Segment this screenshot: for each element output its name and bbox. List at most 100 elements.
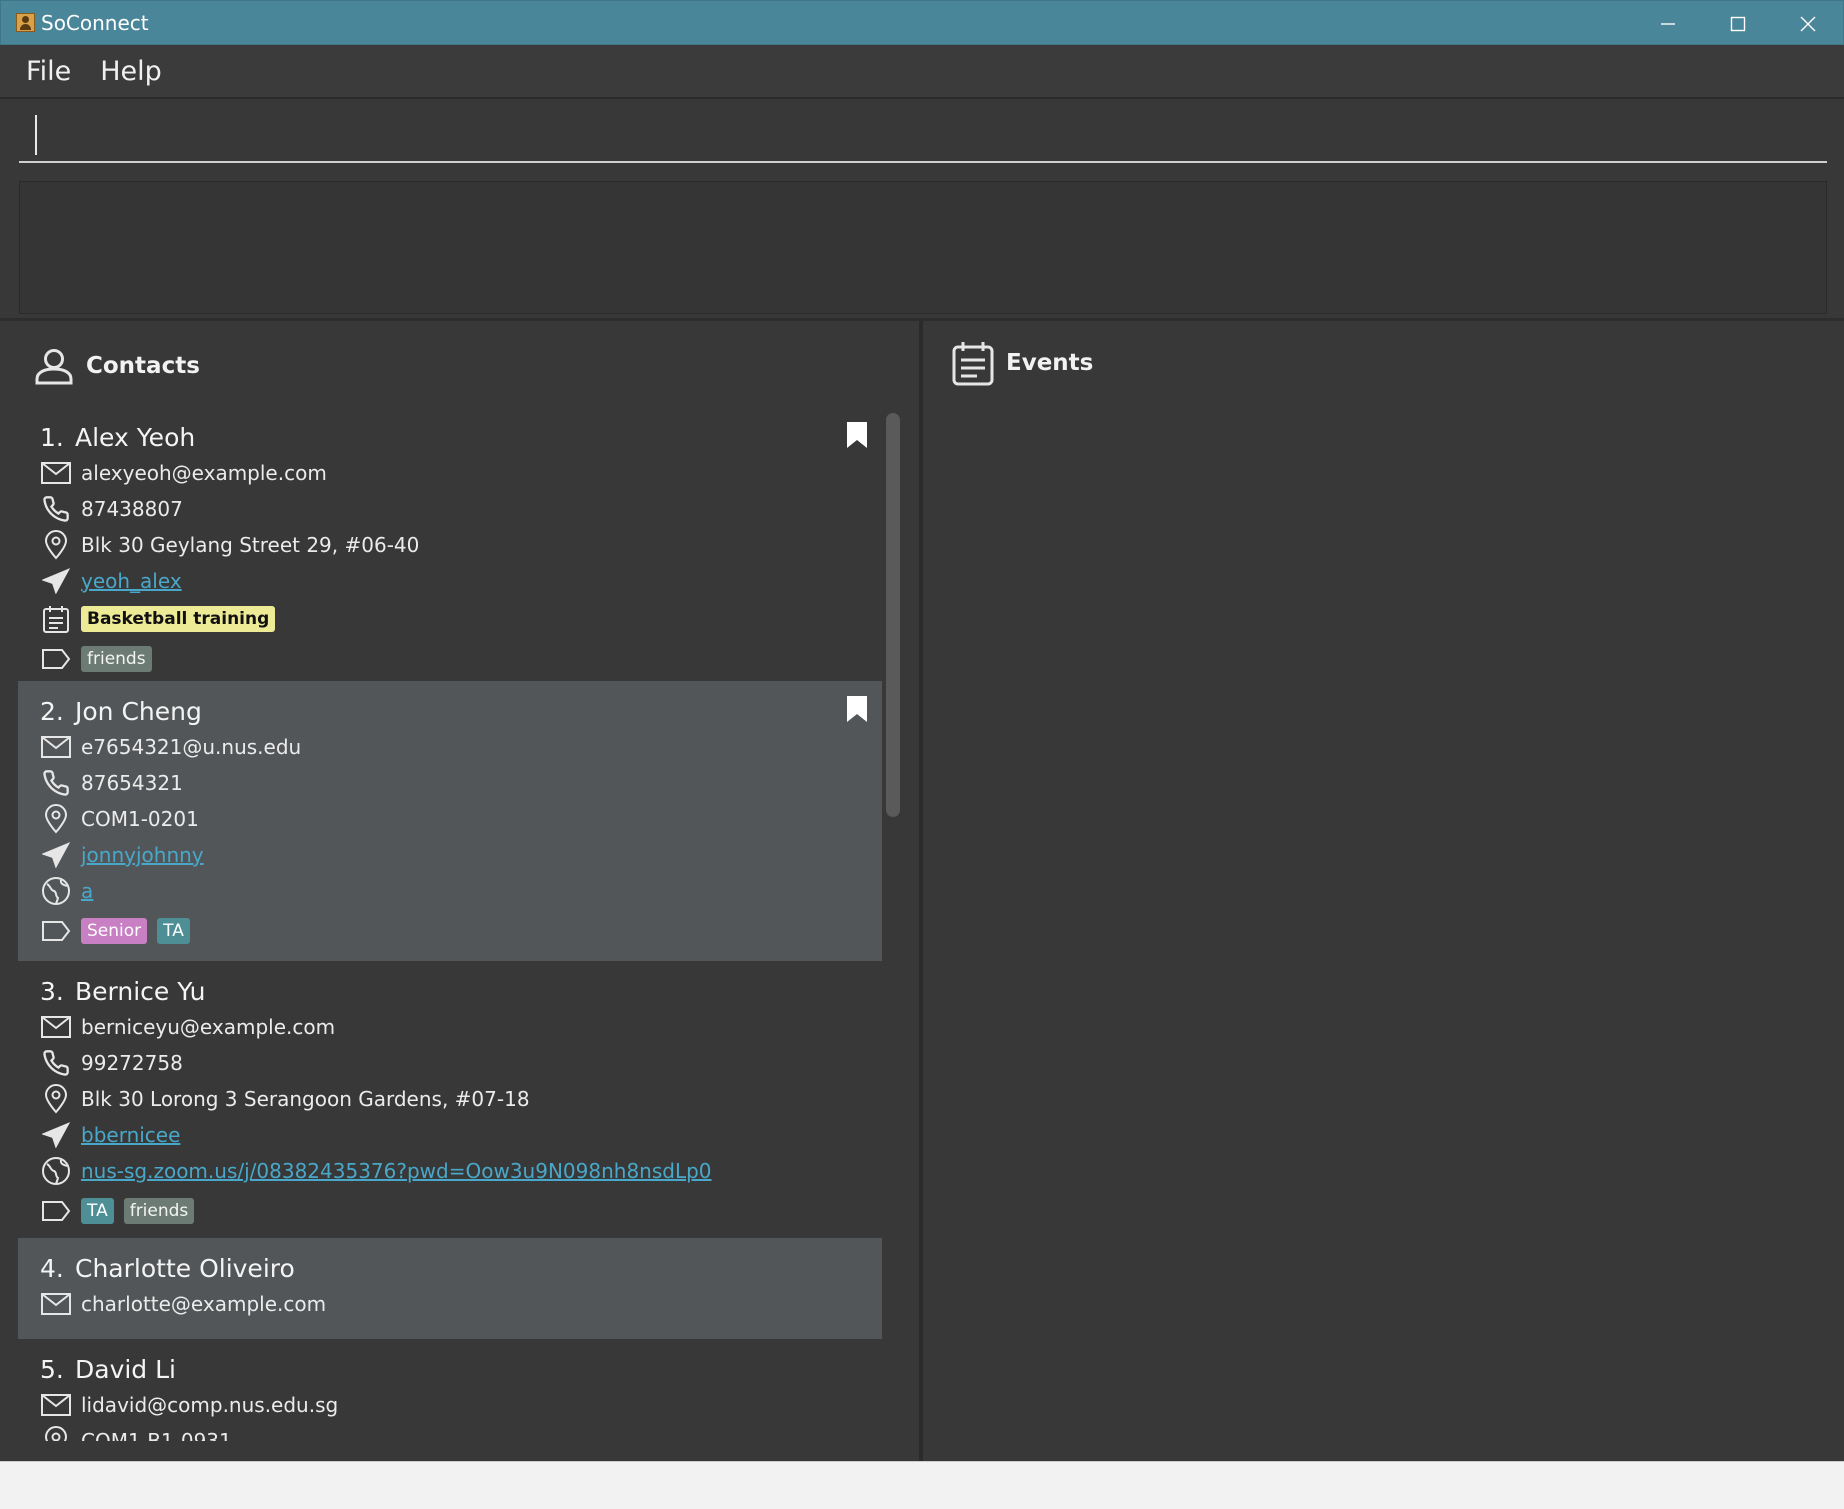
- mail-icon: [41, 1394, 71, 1416]
- contact-card[interactable]: 2. Jon Cheng e7654321@u.nus.edu 87654321…: [18, 681, 882, 961]
- panel-divider: [919, 321, 923, 1461]
- result-display: [19, 181, 1827, 314]
- contact-index: 2.: [40, 696, 64, 726]
- text-caret: [35, 115, 37, 155]
- contact-email: e7654321@u.nus.edu: [81, 735, 302, 759]
- mail-icon: [41, 462, 71, 484]
- location-pin-icon: [44, 1426, 68, 1441]
- minimize-icon: [1661, 22, 1675, 25]
- window-title: SoConnect: [41, 10, 149, 35]
- tag-chip: friends: [81, 646, 152, 672]
- mail-icon: [41, 736, 71, 758]
- email-row: lidavid@comp.nus.edu.sg: [40, 1387, 882, 1423]
- contacts-header: Contacts: [34, 347, 200, 385]
- minimize-button[interactable]: [1633, 1, 1703, 46]
- contact-email: berniceyu@example.com: [81, 1015, 336, 1039]
- contact-name: Jon Cheng: [75, 696, 202, 726]
- contact-email: lidavid@comp.nus.edu.sg: [81, 1393, 339, 1417]
- location-pin-icon: [44, 804, 68, 834]
- telegram-icon: [42, 568, 70, 594]
- close-button[interactable]: [1773, 1, 1843, 46]
- tag-icon: [42, 1201, 71, 1221]
- bookmark-icon[interactable]: [846, 421, 868, 449]
- events-list[interactable]: [935, 407, 1825, 1441]
- location-pin-icon: [44, 1084, 68, 1114]
- contact-address: Blk 30 Lorong 3 Serangoon Gardens, #07-1…: [81, 1087, 530, 1111]
- tag-icon: [42, 649, 71, 669]
- address-row: Blk 30 Geylang Street 29, #06-40: [40, 527, 882, 563]
- contact-index: 5.: [40, 1354, 64, 1384]
- phone-icon: [43, 496, 69, 522]
- calendar-icon: [43, 606, 69, 633]
- contact-phone: 87438807: [81, 497, 183, 521]
- contact-name-row: 1. Alex Yeoh: [40, 419, 882, 455]
- contacts-scrollbar[interactable]: [886, 413, 900, 817]
- telegram-row: jonnyjohnny: [40, 837, 882, 873]
- app-icon: [16, 13, 35, 32]
- contact-index: 1.: [40, 422, 64, 452]
- contact-card[interactable]: 3. Bernice Yu berniceyu@example.com 9927…: [18, 961, 882, 1238]
- contact-name: Alex Yeoh: [75, 422, 196, 452]
- events-title: Events: [1006, 350, 1094, 376]
- contact-name: David Li: [75, 1354, 177, 1384]
- tags-row: friends: [40, 639, 882, 679]
- contact-name-row: 3. Bernice Yu: [40, 973, 882, 1009]
- event-row: Basketball training: [40, 599, 882, 639]
- bookmark-icon[interactable]: [846, 695, 868, 723]
- menu-bar: File Help: [0, 45, 1844, 99]
- tags-row: TA friends: [40, 1189, 882, 1233]
- event-chip: Basketball training: [81, 606, 276, 632]
- zoom-link[interactable]: nus-sg.zoom.us/j/08382435376?pwd=Oow3u9N…: [81, 1159, 712, 1183]
- events-header: Events: [952, 340, 1093, 386]
- mail-icon: [41, 1293, 71, 1315]
- tag-chip: TA: [81, 1198, 114, 1224]
- contact-address: COM1-B1-0931: [81, 1429, 232, 1441]
- telegram-link[interactable]: jonnyjohnny: [81, 843, 204, 867]
- globe-icon: [42, 1157, 70, 1185]
- location-pin-icon: [44, 530, 68, 560]
- contact-card[interactable]: 4. Charlotte Oliveiro charlotte@example.…: [18, 1238, 882, 1339]
- contact-name-row: 5. David Li: [40, 1351, 882, 1387]
- email-row: charlotte@example.com: [40, 1286, 882, 1322]
- zoom-link[interactable]: a: [81, 879, 93, 903]
- maximize-button[interactable]: [1703, 1, 1773, 46]
- telegram-link[interactable]: yeoh_alex: [81, 569, 182, 593]
- contact-name-row: 2. Jon Cheng: [40, 693, 882, 729]
- person-icon: [35, 349, 73, 385]
- tag-chip: TA: [157, 918, 190, 944]
- contact-email: alexyeoh@example.com: [81, 461, 327, 485]
- contact-name: Bernice Yu: [75, 976, 206, 1006]
- menu-help[interactable]: Help: [100, 56, 162, 87]
- tags-row: Senior TA: [40, 909, 882, 953]
- command-input[interactable]: [19, 105, 1827, 161]
- status-bar: [0, 1461, 1844, 1509]
- globe-icon: [42, 877, 70, 905]
- telegram-icon: [42, 842, 70, 868]
- address-row: COM1-B1-0931: [40, 1423, 882, 1441]
- contacts-title: Contacts: [86, 353, 200, 379]
- telegram-icon: [42, 1122, 70, 1148]
- close-icon: [1800, 16, 1816, 31]
- contact-phone: 99272758: [81, 1051, 183, 1075]
- contact-card[interactable]: 1. Alex Yeoh alexyeoh@example.com 874388…: [18, 407, 882, 681]
- window-controls: [1633, 1, 1843, 46]
- phone-row: 87654321: [40, 765, 882, 801]
- menu-file[interactable]: File: [26, 56, 71, 87]
- telegram-row: yeoh_alex: [40, 563, 882, 599]
- contact-address: Blk 30 Geylang Street 29, #06-40: [81, 533, 420, 557]
- telegram-row: bbernicee: [40, 1117, 882, 1153]
- phone-row: 99272758: [40, 1045, 882, 1081]
- telegram-link[interactable]: bbernicee: [81, 1123, 180, 1147]
- tag-icon: [42, 921, 71, 941]
- calendar-icon: [952, 342, 994, 386]
- contacts-list[interactable]: 1. Alex Yeoh alexyeoh@example.com 874388…: [18, 407, 882, 1441]
- contact-address: COM1-0201: [81, 807, 199, 831]
- command-box: [19, 105, 1827, 163]
- contact-email: charlotte@example.com: [81, 1292, 327, 1316]
- tag-chip: Senior: [81, 918, 148, 944]
- phone-row: 87438807: [40, 491, 882, 527]
- contact-card[interactable]: 5. David Li lidavid@comp.nus.edu.sg COM1…: [18, 1339, 882, 1441]
- mail-icon: [41, 1016, 71, 1038]
- contact-index: 4.: [40, 1253, 64, 1283]
- contact-phone: 87654321: [81, 771, 183, 795]
